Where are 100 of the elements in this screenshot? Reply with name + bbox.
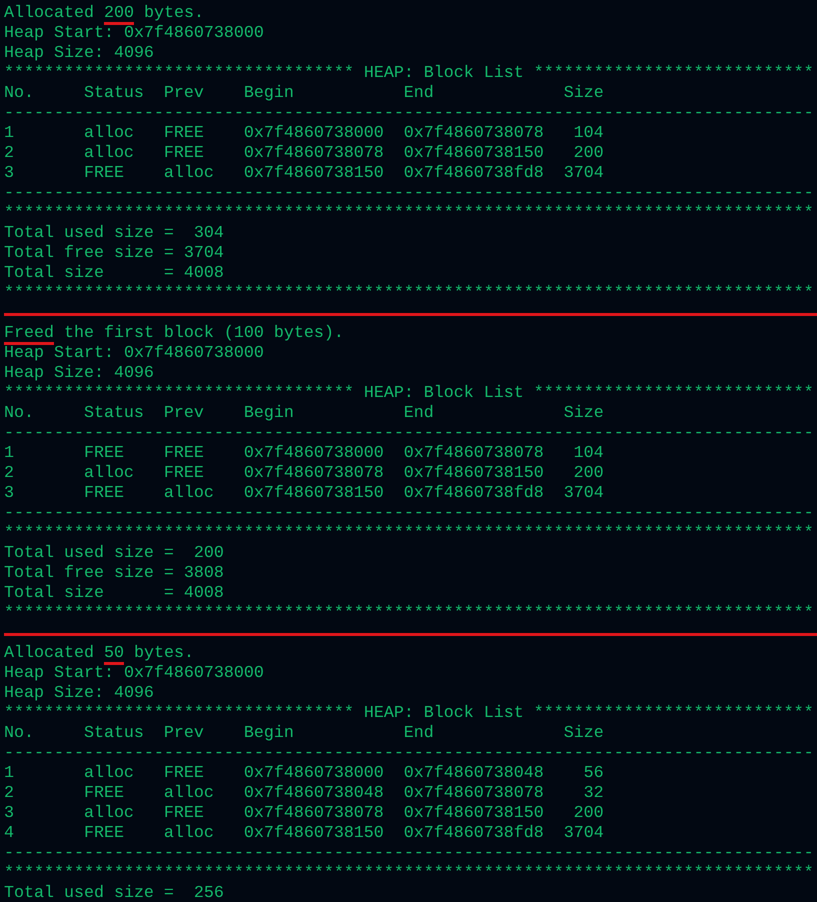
table-cell: 200: [574, 144, 604, 163]
table-cell: 0x7f4860738150: [404, 144, 544, 163]
column-header: Size: [564, 724, 604, 744]
dash-rule: ---------------------------------------------------------------------------------: [4, 104, 814, 124]
table-cell: 0x7f4860738000: [244, 444, 384, 463]
dash-rule: ---------------------------------------------------------------------------------: [4, 504, 814, 524]
heap-start-line: Heap Start: 0x7f4860738000: [4, 344, 264, 364]
table-cell: 0x7f4860738078: [404, 784, 544, 803]
heap-start-line: Heap Start: 0x7f4860738000: [4, 24, 264, 44]
column-header: Prev: [164, 404, 205, 424]
status-message: Freed the first block (100 bytes).: [4, 324, 344, 344]
table-cell: 0x7f4860738150: [404, 464, 544, 483]
column-header: No.: [4, 84, 35, 104]
table-cell: 2: [4, 464, 14, 483]
total-line: Total free size = 3704: [4, 244, 224, 264]
table-cell: 0x7f4860738078: [244, 464, 384, 483]
total-line: Total used size = 304: [4, 224, 224, 244]
star-rule: *********************************************************************************: [4, 604, 814, 624]
column-header: No.: [4, 404, 35, 424]
table-cell: FREE: [84, 164, 124, 183]
table-cell: 56: [584, 764, 604, 783]
table-cell: 2: [4, 784, 14, 803]
heap-start-line: Heap Start: 0x7f4860738000: [4, 664, 264, 684]
total-line: Total size = 4008: [4, 264, 224, 284]
total-line: Total free size = 3808: [4, 564, 224, 584]
column-header: Begin: [244, 84, 295, 104]
heap-size-line: Heap Size: 4096: [4, 44, 154, 64]
total-line: Total used size = 256: [4, 884, 224, 902]
star-rule: *********************************************************************************: [4, 864, 814, 884]
column-header: Prev: [164, 84, 205, 104]
table-cell: FREE: [164, 144, 204, 163]
column-header: Begin: [244, 404, 295, 424]
table-cell: 2: [4, 144, 14, 163]
table-cell: 1: [4, 764, 14, 783]
column-header: Size: [564, 404, 604, 424]
column-header: Begin: [244, 724, 295, 744]
table-cell: 0x7f4860738fd8: [404, 164, 544, 183]
table-cell: 0x7f4860738078: [244, 144, 384, 163]
table-cell: FREE: [84, 784, 124, 803]
table-cell: 3704: [564, 164, 604, 183]
table-cell: FREE: [164, 124, 204, 143]
total-line: Total size = 4008: [4, 584, 224, 604]
column-header: End: [404, 724, 435, 744]
column-header: Prev: [164, 724, 205, 744]
table-cell: 200: [574, 464, 604, 483]
dash-rule: ---------------------------------------------------------------------------------: [4, 424, 814, 444]
table-cell: FREE: [84, 824, 124, 843]
table-cell: 0x7f4860738078: [404, 444, 544, 463]
table-cell: 3: [4, 804, 14, 823]
column-header: No.: [4, 724, 35, 744]
table-cell: 3: [4, 484, 14, 503]
table-cell: 1: [4, 444, 14, 463]
table-cell: 0x7f4860738150: [244, 824, 384, 843]
star-rule: *********************************************************************************: [4, 524, 814, 544]
table-cell: 0x7f4860738150: [244, 164, 384, 183]
table-cell: 0x7f4860738150: [244, 484, 384, 503]
table-cell: alloc: [84, 144, 134, 163]
column-header: Size: [564, 84, 604, 104]
column-header: End: [404, 84, 435, 104]
table-cell: alloc: [84, 804, 134, 823]
table-cell: alloc: [84, 764, 134, 783]
table-cell: FREE: [164, 764, 204, 783]
table-cell: 3704: [564, 484, 604, 503]
table-cell: 200: [574, 804, 604, 823]
dash-rule: ---------------------------------------------------------------------------------: [4, 744, 814, 764]
dash-rule: ---------------------------------------------------------------------------------: [4, 844, 814, 864]
table-cell: FREE: [84, 484, 124, 503]
table-cell: 3: [4, 164, 14, 183]
column-header: Status: [84, 84, 145, 104]
dash-rule: ---------------------------------------------------------------------------------: [4, 184, 814, 204]
table-cell: FREE: [84, 444, 124, 463]
table-cell: 0x7f4860738fd8: [404, 484, 544, 503]
table-cell: alloc: [164, 484, 214, 503]
table-cell: 0x7f4860738150: [404, 804, 544, 823]
block-list-title: *********************************** HEAP: Block List ****************************: [4, 704, 814, 724]
table-cell: 32: [584, 784, 604, 803]
table-cell: 0x7f4860738048: [404, 764, 544, 783]
table-cell: alloc: [164, 824, 214, 843]
table-cell: alloc: [164, 164, 214, 183]
table-cell: alloc: [84, 124, 134, 143]
table-cell: alloc: [84, 464, 134, 483]
table-cell: 4: [4, 824, 14, 843]
table-cell: 3704: [564, 824, 604, 843]
table-cell: FREE: [164, 464, 204, 483]
table-cell: 0x7f4860738078: [244, 804, 384, 823]
table-cell: 1: [4, 124, 14, 143]
table-cell: FREE: [164, 804, 204, 823]
block-list-title: *********************************** HEAP: Block List ****************************: [4, 64, 814, 84]
status-message: Allocated 200 bytes.: [4, 4, 204, 24]
column-header: Status: [84, 724, 145, 744]
heap-size-line: Heap Size: 4096: [4, 684, 154, 704]
table-cell: 0x7f4860738000: [244, 124, 384, 143]
table-cell: 0x7f4860738048: [244, 784, 384, 803]
table-cell: 0x7f4860738078: [404, 124, 544, 143]
table-cell: 0x7f4860738000: [244, 764, 384, 783]
total-line: Total used size = 200: [4, 544, 224, 564]
status-message: Allocated 50 bytes.: [4, 644, 194, 664]
heap-size-line: Heap Size: 4096: [4, 364, 154, 384]
table-cell: 104: [574, 444, 604, 463]
star-rule: *********************************************************************************: [4, 284, 814, 304]
